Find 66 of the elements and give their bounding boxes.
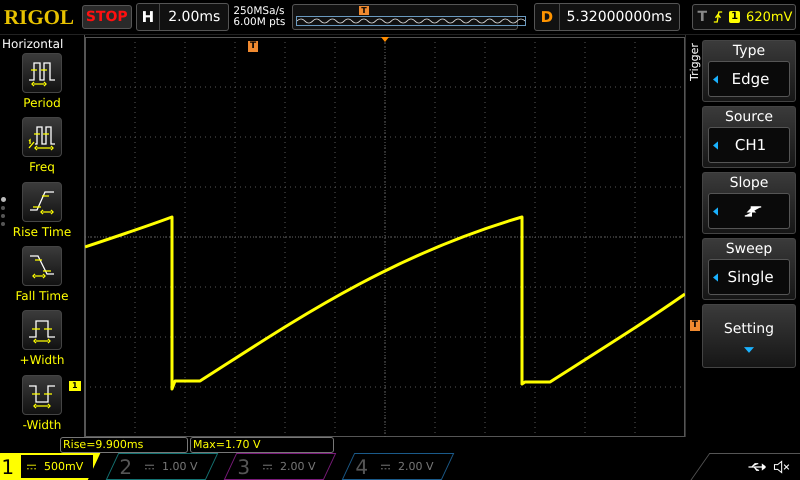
measure-button[interactable] [22,182,62,222]
timebase-box[interactable]: H 2.00ms [136,3,230,31]
measure-button[interactable] [22,374,62,415]
dc-coupling-icon [27,464,36,470]
measure-label: Rise Time [12,224,72,239]
measurement-readout: Rise=9.900ms [60,437,188,453]
memory-depth: 6.00M pts [233,17,286,28]
menu-title: Horizontal [1,36,64,51]
memory-trigger-marker: T [359,6,369,15]
menu-item-title: Source [724,108,774,127]
measurement-readout: Max=1.70 V [190,437,334,453]
measure-button[interactable] [22,53,62,93]
dc-coupling-icon [145,464,154,470]
delay-label: D [540,8,554,26]
measure-label: Fall Time [15,288,68,303]
timebase-label: H [140,8,156,26]
down-triangle-icon [744,347,754,353]
channel-tab[interactable]: 3 2.00 V [224,453,336,480]
channel-tab[interactable]: 1 500mV [0,453,100,480]
trigger-position-marker[interactable]: T [248,41,258,52]
measure-label: Freq [29,160,55,174]
menu-item[interactable]: Slope [702,172,796,234]
menu-item[interactable]: Source CH1 [702,106,796,168]
delay-box[interactable]: D 5.32000000ms [534,3,680,31]
left-triangle-icon [713,140,718,150]
measure-button[interactable] [22,310,62,350]
trigger-box[interactable]: T 1 620mV [692,4,796,30]
channel-tab[interactable]: 4 2.00 V [342,453,454,480]
left-triangle-icon [713,272,718,282]
menu-item-title: Sweep [726,240,772,259]
trigger-level: 620mV [746,10,792,24]
usb-icon [748,462,766,472]
menu-item-title: Slope [730,174,768,193]
menu-item-title: Type [732,42,766,61]
menu-item[interactable]: Setting [702,304,796,368]
menu-item[interactable]: Sweep Single [702,238,796,300]
timebase-value: 2.00ms [159,4,228,30]
memory-waveform-icon [296,16,526,26]
left-triangle-icon [713,74,718,84]
dc-coupling-icon [263,464,272,470]
menu-value: Edge [730,70,770,88]
trigger-label: T [698,9,708,25]
center-marker-icon [381,37,389,42]
measure-label: -Width [22,418,62,432]
rising-edge-icon [713,10,724,24]
measure-label: +Width [20,353,64,368]
menu-title: Trigger [688,42,700,81]
channel-marker[interactable]: 1 [69,381,81,391]
muted-speaker-icon [774,460,790,474]
channel-tab[interactable]: 2 1.00 V [106,453,218,480]
menu-value: Single [726,268,775,286]
menu-item[interactable]: Type Edge [702,40,796,102]
measure-button[interactable] [22,246,62,286]
measure-label: Period [23,96,61,110]
trigger-level-marker[interactable]: T [690,320,700,331]
rising-edge-icon [744,205,762,217]
run-state-badge[interactable]: STOP [82,5,132,29]
sample-rate: 250MSa/s [233,6,286,17]
menu-item-title: Setting [724,320,774,339]
menu-value: CH1 [734,136,768,154]
delay-value: 5.32000000ms [559,4,679,30]
brand-logo: RIGOL [4,4,76,30]
dc-coupling-icon [381,464,390,470]
trigger-channel-badge: 1 [729,11,740,23]
measure-button[interactable] [22,117,62,158]
left-triangle-icon [713,206,718,216]
